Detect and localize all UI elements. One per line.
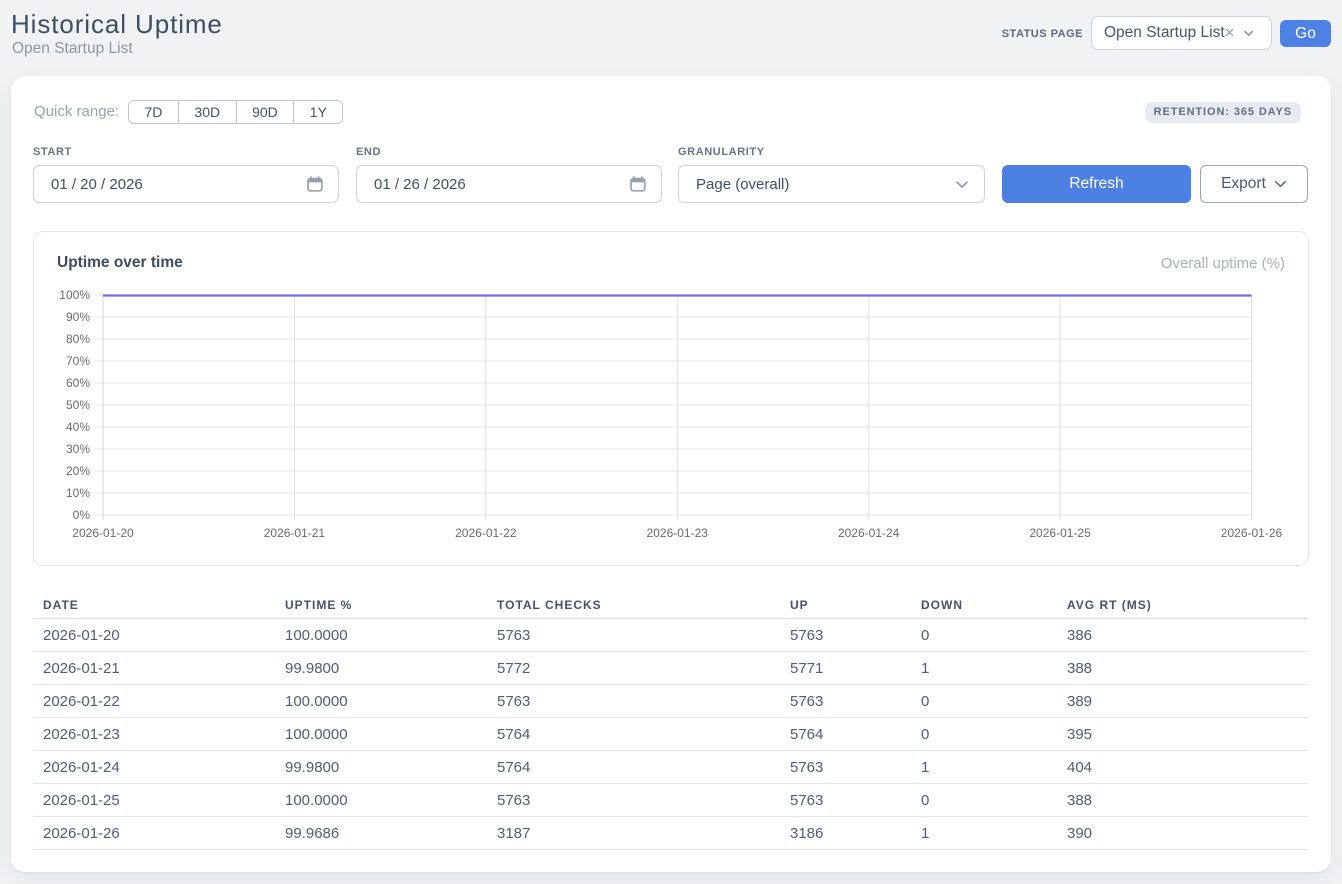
svg-text:90%: 90% — [66, 310, 90, 324]
svg-text:2026-01-25: 2026-01-25 — [1029, 526, 1091, 540]
svg-text:60%: 60% — [66, 376, 90, 390]
svg-text:80%: 80% — [66, 332, 90, 346]
svg-text:50%: 50% — [66, 398, 90, 412]
svg-text:40%: 40% — [66, 420, 90, 434]
svg-text:2026-01-20: 2026-01-20 — [72, 526, 134, 540]
svg-text:10%: 10% — [66, 486, 90, 500]
svg-text:2026-01-23: 2026-01-23 — [647, 526, 709, 540]
svg-text:100%: 100% — [59, 288, 90, 302]
svg-text:2026-01-26: 2026-01-26 — [1221, 526, 1283, 540]
svg-text:2026-01-21: 2026-01-21 — [264, 526, 326, 540]
svg-text:2026-01-24: 2026-01-24 — [838, 526, 900, 540]
svg-text:20%: 20% — [66, 464, 90, 478]
svg-text:30%: 30% — [66, 442, 90, 456]
svg-text:70%: 70% — [66, 354, 90, 368]
svg-text:0%: 0% — [73, 508, 91, 522]
svg-text:2026-01-22: 2026-01-22 — [455, 526, 517, 540]
